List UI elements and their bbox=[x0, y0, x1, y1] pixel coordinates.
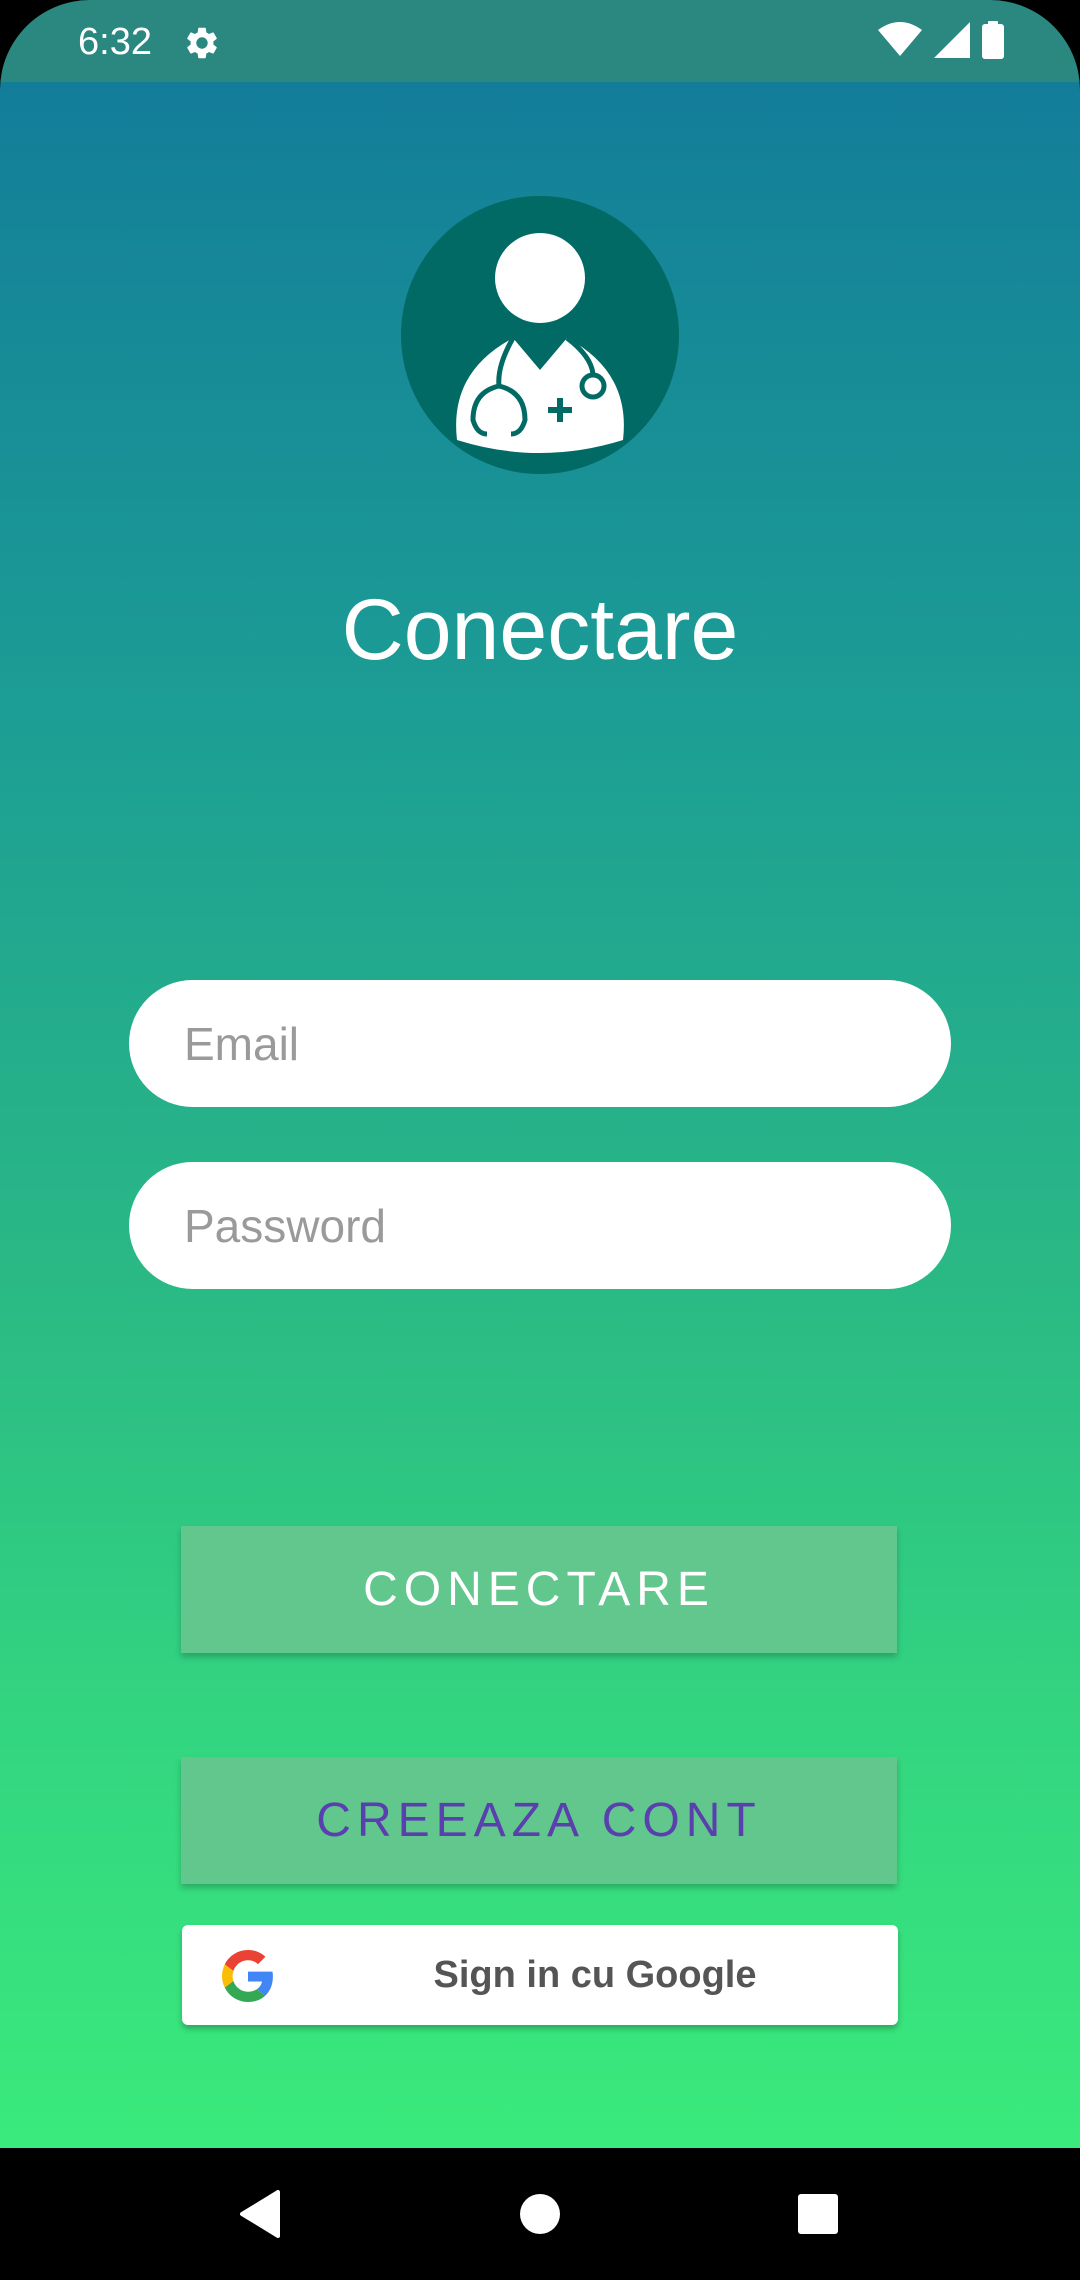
home-icon[interactable] bbox=[480, 2148, 600, 2280]
doctor-icon bbox=[401, 196, 679, 474]
email-input[interactable] bbox=[129, 980, 951, 1107]
email-field[interactable] bbox=[129, 980, 951, 1107]
password-field[interactable] bbox=[129, 1162, 951, 1289]
wifi-icon bbox=[878, 21, 922, 63]
login-button[interactable]: CONECTARE bbox=[181, 1526, 897, 1653]
create-account-button[interactable]: CREEAZA CONT bbox=[181, 1757, 897, 1884]
back-icon[interactable] bbox=[200, 2148, 320, 2280]
login-screen: Conectare CONECTARE CREEAZA CONT Sign in… bbox=[0, 82, 1080, 2148]
google-sign-in-label: Sign in cu Google bbox=[433, 1953, 757, 1996]
password-input[interactable] bbox=[129, 1162, 951, 1289]
navigation-bar bbox=[0, 2148, 1080, 2280]
google-sign-in-button[interactable]: Sign in cu Google bbox=[182, 1925, 898, 2025]
status-bar: 6:32 bbox=[0, 0, 1080, 82]
phone-screen: 6:32 Conectare Email CONECTARE CREEAZA C… bbox=[0, 0, 1080, 2280]
signal-icon bbox=[934, 21, 970, 63]
battery-icon bbox=[982, 20, 1004, 64]
recents-icon[interactable] bbox=[758, 2148, 878, 2280]
gear-icon bbox=[183, 24, 221, 62]
status-time: 6:32 bbox=[78, 21, 152, 63]
status-icons bbox=[878, 20, 1004, 64]
page-title: Conectare bbox=[341, 582, 739, 678]
